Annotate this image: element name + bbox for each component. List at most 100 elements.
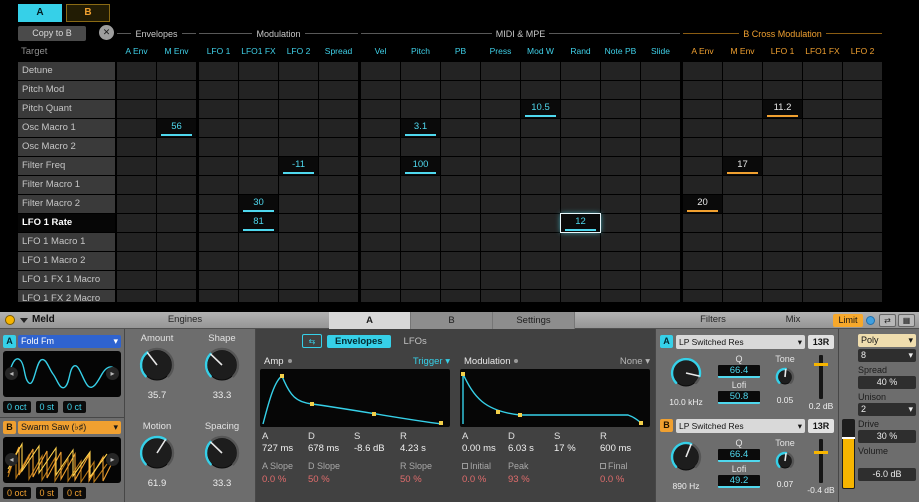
matrix-cell[interactable]	[521, 81, 560, 99]
filter-a-gain-fader[interactable]	[814, 355, 828, 399]
filter-a-gain-value[interactable]: 0.2 dB	[806, 401, 836, 411]
matrix-cell[interactable]	[441, 157, 480, 175]
matrix-cell[interactable]	[279, 119, 318, 137]
poly-mode-select[interactable]: Poly ▾	[858, 334, 916, 347]
matrix-cell[interactable]	[601, 100, 640, 118]
target-row[interactable]: Filter Macro 2	[18, 195, 115, 213]
drive-value[interactable]: 30 %	[858, 430, 916, 443]
matrix-cell[interactable]	[843, 195, 882, 213]
matrix-cell[interactable]	[683, 233, 722, 251]
matrix-cell[interactable]	[157, 100, 196, 118]
spacing-knob[interactable]	[203, 434, 241, 472]
column-header[interactable]: Spread	[319, 44, 358, 59]
filter-a-tone-value[interactable]: 0.05	[768, 395, 802, 405]
column-header[interactable]: LFO 2	[843, 44, 882, 59]
matrix-cell[interactable]	[843, 157, 882, 175]
matrix-cell[interactable]	[157, 233, 196, 251]
mod-final-label[interactable]: Final	[600, 461, 646, 474]
matrix-cell[interactable]	[683, 62, 722, 80]
matrix-cell[interactable]	[157, 176, 196, 194]
matrix-cell[interactable]	[641, 176, 680, 194]
matrix-cell[interactable]	[763, 81, 802, 99]
matrix-cell[interactable]	[723, 81, 762, 99]
matrix-cell[interactable]	[843, 252, 882, 270]
amp-trigger-select[interactable]: Trigger ▾	[260, 356, 450, 367]
matrix-cell[interactable]	[199, 290, 238, 302]
matrix-cell[interactable]	[521, 214, 560, 232]
matrix-cell[interactable]	[441, 290, 480, 302]
column-header[interactable]: M Env	[157, 44, 196, 59]
column-header[interactable]: Vel	[361, 44, 400, 59]
matrix-cell[interactable]	[117, 176, 156, 194]
column-header[interactable]: Note PB	[601, 44, 640, 59]
matrix-cell[interactable]	[401, 176, 440, 194]
matrix-cell[interactable]	[117, 119, 156, 137]
matrix-cell[interactable]	[199, 252, 238, 270]
matrix-cell[interactable]	[401, 214, 440, 232]
matrix-cell[interactable]	[723, 233, 762, 251]
matrix-cell[interactable]	[763, 138, 802, 156]
matrix-cell[interactable]	[361, 62, 400, 80]
matrix-cell[interactable]	[361, 176, 400, 194]
matrix-cell[interactable]	[441, 176, 480, 194]
matrix-cell[interactable]	[561, 176, 600, 194]
matrix-cell[interactable]	[239, 271, 278, 289]
matrix-cell[interactable]	[803, 119, 842, 137]
matrix-cell[interactable]	[319, 252, 358, 270]
matrix-cell[interactable]	[601, 195, 640, 213]
mod-final-value[interactable]: 0.0 %	[600, 474, 646, 485]
matrix-cell[interactable]	[199, 214, 238, 232]
matrix-cell[interactable]	[763, 290, 802, 302]
matrix-cell[interactable]	[561, 233, 600, 251]
shape-knob[interactable]	[203, 346, 241, 384]
matrix-cell[interactable]	[561, 138, 600, 156]
matrix-cell[interactable]: 30	[239, 195, 278, 213]
amp-a-slope-value[interactable]: 0.0 %	[262, 474, 308, 485]
matrix-cell[interactable]	[319, 62, 358, 80]
matrix-cell[interactable]	[441, 62, 480, 80]
column-header[interactable]: Rand	[561, 44, 600, 59]
matrix-cell[interactable]	[803, 214, 842, 232]
column-header[interactable]: Slide	[641, 44, 680, 59]
matrix-cell[interactable]	[157, 81, 196, 99]
matrix-cell[interactable]	[521, 138, 560, 156]
matrix-cell[interactable]	[601, 119, 640, 137]
osc-b-next-engine-button[interactable]: ▸	[106, 453, 119, 466]
matrix-cell[interactable]	[803, 100, 842, 118]
matrix-cell[interactable]	[601, 157, 640, 175]
matrix-cell[interactable]	[723, 62, 762, 80]
matrix-cell[interactable]	[441, 252, 480, 270]
matrix-cell[interactable]	[601, 290, 640, 302]
matrix-cell[interactable]	[683, 214, 722, 232]
matrix-cell[interactable]	[481, 195, 520, 213]
matrix-cell[interactable]	[641, 81, 680, 99]
matrix-cell[interactable]	[481, 233, 520, 251]
filter-b-gain-value[interactable]: -0.4 dB	[806, 485, 836, 495]
column-header[interactable]: M Env	[723, 44, 762, 59]
matrix-cell[interactable]	[723, 214, 762, 232]
matrix-cell[interactable]	[561, 100, 600, 118]
matrix-cell[interactable]	[763, 252, 802, 270]
column-header[interactable]: LFO1 FX	[239, 44, 278, 59]
matrix-cell[interactable]	[199, 100, 238, 118]
amp-sustain-value[interactable]: -8.6 dB	[354, 443, 400, 454]
target-row[interactable]: LFO 1 FX 2 Macro	[18, 290, 115, 302]
matrix-cell[interactable]	[601, 176, 640, 194]
matrix-cell[interactable]	[683, 176, 722, 194]
target-row[interactable]: Pitch Quant	[18, 100, 115, 118]
matrix-cell[interactable]	[683, 252, 722, 270]
matrix-cell[interactable]	[641, 214, 680, 232]
matrix-cell[interactable]	[279, 271, 318, 289]
matrix-cell[interactable]	[319, 157, 358, 175]
matrix-cell[interactable]	[481, 271, 520, 289]
osc-a-prev-engine-button[interactable]: ◂	[5, 367, 18, 380]
filter-b-type-select[interactable]: LP Switched Res ▾	[676, 419, 805, 433]
subtab-lfos[interactable]: LFOs	[396, 335, 435, 348]
matrix-cell[interactable]	[319, 214, 358, 232]
matrix-cell[interactable]	[319, 119, 358, 137]
matrix-cell[interactable]	[641, 138, 680, 156]
tab-a[interactable]: A	[329, 312, 411, 329]
matrix-cell[interactable]	[361, 252, 400, 270]
filter-a-tone-knob[interactable]	[774, 366, 796, 388]
unison-select[interactable]: 2 ▾	[858, 403, 916, 416]
